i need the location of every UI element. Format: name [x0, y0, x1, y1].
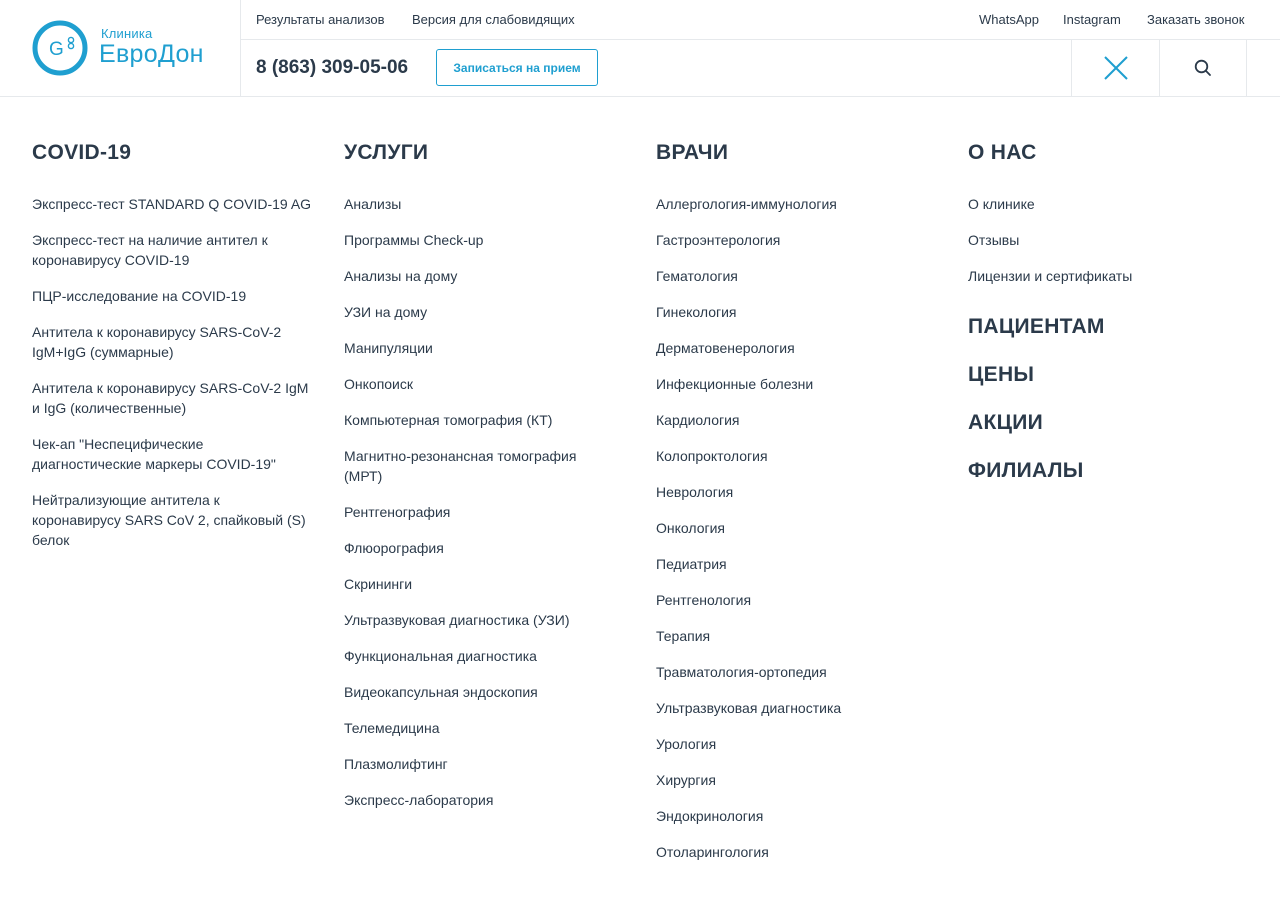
menu-extra-sections: ПАЦИЕНТАМ ЦЕНЫ АКЦИИ ФИЛИАЛЫ: [968, 314, 1258, 484]
close-icon: [1103, 56, 1128, 80]
top-bar: Результаты анализов Версия для слабовидя…: [241, 0, 1280, 40]
search-button[interactable]: [1159, 40, 1247, 96]
menu-item-service[interactable]: Ультразвуковая диагностика (УЗИ): [344, 610, 614, 630]
menu-item-covid[interactable]: Экспресс-тест STANDARD Q COVID-19 AG: [32, 194, 312, 214]
menu-item-service[interactable]: Анализы: [344, 194, 614, 214]
logo-link[interactable]: G Клиника ЕвроДон: [0, 0, 241, 96]
book-appointment-button[interactable]: Записаться на прием: [436, 49, 598, 86]
menu-item-doctor[interactable]: Отоларингология: [656, 842, 946, 862]
menu-item-doctor[interactable]: Эндокринология: [656, 806, 946, 826]
menu-item-doctor[interactable]: Гинекология: [656, 302, 946, 322]
menu-item-covid[interactable]: ПЦР-исследование на COVID-19: [32, 286, 312, 306]
menu-list-about: О клинике Отзывы Лицензии и сертификаты: [968, 194, 1258, 286]
menu-item-covid[interactable]: Нейтрализующие антитела к коронавирусу S…: [32, 490, 312, 550]
menu-list-services: Анализы Программы Check-up Анализы на дому…: [344, 194, 614, 810]
menu-heading-prices[interactable]: ЦЕНЫ: [968, 362, 1258, 388]
logo-title: ЕвроДон: [99, 40, 204, 68]
logo-mark-icon: G: [32, 20, 88, 76]
link-low-vision-version[interactable]: Версия для слабовидящих: [412, 12, 575, 27]
menu-item-service[interactable]: Видеокапсульная эндоскопия: [344, 682, 614, 702]
phone-number[interactable]: 8 (863) 309-05-06: [256, 57, 408, 79]
menu-item-service[interactable]: Манипуляции: [344, 338, 614, 358]
link-order-callback[interactable]: Заказать звонок: [1147, 12, 1244, 27]
menu-item-service[interactable]: Рентгенография: [344, 502, 614, 522]
site-header: G Клиника ЕвроДон Результаты анализов Ве…: [0, 0, 1280, 97]
menu-item-doctor[interactable]: Аллергология-иммунология: [656, 194, 946, 214]
menu-item-doctor[interactable]: Гастроэнтерология: [656, 230, 946, 250]
link-whatsapp[interactable]: WhatsApp: [979, 12, 1039, 27]
menu-item-service[interactable]: Телемедицина: [344, 718, 614, 738]
menu-item-doctor[interactable]: Терапия: [656, 626, 946, 646]
menu-item-service[interactable]: Анализы на дому: [344, 266, 614, 286]
menu-column-about: О НАС О клинике Отзывы Лицензии и сертифик…: [968, 140, 1258, 506]
logo-mark-letter: G: [49, 39, 64, 60]
menu-item-service[interactable]: УЗИ на дому: [344, 302, 614, 322]
link-instagram[interactable]: Instagram: [1063, 12, 1121, 27]
menu-item-doctor[interactable]: Травматология-ортопедия: [656, 662, 946, 682]
menu-item-doctor[interactable]: Дерматовенерология: [656, 338, 946, 358]
link-test-results[interactable]: Результаты анализов: [256, 12, 385, 27]
menu-item-doctor[interactable]: Неврология: [656, 482, 946, 502]
menu-item-doctor[interactable]: Рентгенология: [656, 590, 946, 610]
menu-item-service[interactable]: Плазмолифтинг: [344, 754, 614, 774]
menu-item-covid[interactable]: Чек-ап "Неспецифические диагностические …: [32, 434, 312, 474]
menu-item-covid[interactable]: Антитела к коронавирусу SARS-CoV-2 IgM+I…: [32, 322, 312, 362]
menu-column-services: УСЛУГИ Анализы Программы Check-up Анализы …: [344, 140, 614, 826]
menu-item-service[interactable]: Функциональная диагностика: [344, 646, 614, 666]
close-menu-button[interactable]: [1071, 40, 1159, 96]
logo-subtitle: Клиника: [101, 26, 153, 41]
menu-heading-doctors[interactable]: ВРАЧИ: [656, 140, 946, 166]
menu-item-doctor[interactable]: Онкология: [656, 518, 946, 538]
menu-item-covid[interactable]: Экспресс-тест на наличие антител к корон…: [32, 230, 312, 270]
menu-heading-patients[interactable]: ПАЦИЕНТАМ: [968, 314, 1258, 340]
menu-item-doctor[interactable]: Инфекционные болезни: [656, 374, 946, 394]
menu-item-service[interactable]: Магнитно-резонансная томография (МРТ): [344, 446, 614, 486]
menu-item-about[interactable]: О клинике: [968, 194, 1258, 214]
menu-item-covid[interactable]: Антитела к коронавирусу SARS-CoV-2 IgM и…: [32, 378, 312, 418]
menu-item-service[interactable]: Программы Check-up: [344, 230, 614, 250]
menu-heading-promotions[interactable]: АКЦИИ: [968, 410, 1258, 436]
menu-item-about[interactable]: Лицензии и сертификаты: [968, 266, 1258, 286]
menu-list-doctors: Аллергология-иммунология Гастроэнтерологи…: [656, 194, 946, 862]
menu-item-service[interactable]: Экспресс-лаборатория: [344, 790, 614, 810]
menu-item-doctor[interactable]: Кардиология: [656, 410, 946, 430]
menu-item-doctor[interactable]: Урология: [656, 734, 946, 754]
menu-item-doctor[interactable]: Колопроктология: [656, 446, 946, 466]
menu-item-service[interactable]: Онкопоиск: [344, 374, 614, 394]
menu-heading-about[interactable]: О НАС: [968, 140, 1258, 166]
menu-item-doctor[interactable]: Гематология: [656, 266, 946, 286]
menu-item-service[interactable]: Компьютерная томография (КТ): [344, 410, 614, 430]
menu-heading-covid[interactable]: COVID-19: [32, 140, 312, 166]
menu-heading-services[interactable]: УСЛУГИ: [344, 140, 614, 166]
menu-heading-branches[interactable]: ФИЛИАЛЫ: [968, 458, 1258, 484]
menu-item-service[interactable]: Флюорография: [344, 538, 614, 558]
menu-item-doctor[interactable]: Педиатрия: [656, 554, 946, 574]
menu-item-service[interactable]: Скрининги: [344, 574, 614, 594]
menu-list-covid: Экспресс-тест STANDARD Q COVID-19 AG Эксп…: [32, 194, 312, 550]
menu-column-covid: COVID-19 Экспресс-тест STANDARD Q COVID-…: [32, 140, 312, 566]
menu-item-doctor[interactable]: Ультразвуковая диагностика: [656, 698, 946, 718]
menu-column-doctors: ВРАЧИ Аллергология-иммунология Гастроэнте…: [656, 140, 946, 878]
menu-item-doctor[interactable]: Хирургия: [656, 770, 946, 790]
menu-item-about[interactable]: Отзывы: [968, 230, 1258, 250]
search-icon: [1194, 59, 1211, 76]
